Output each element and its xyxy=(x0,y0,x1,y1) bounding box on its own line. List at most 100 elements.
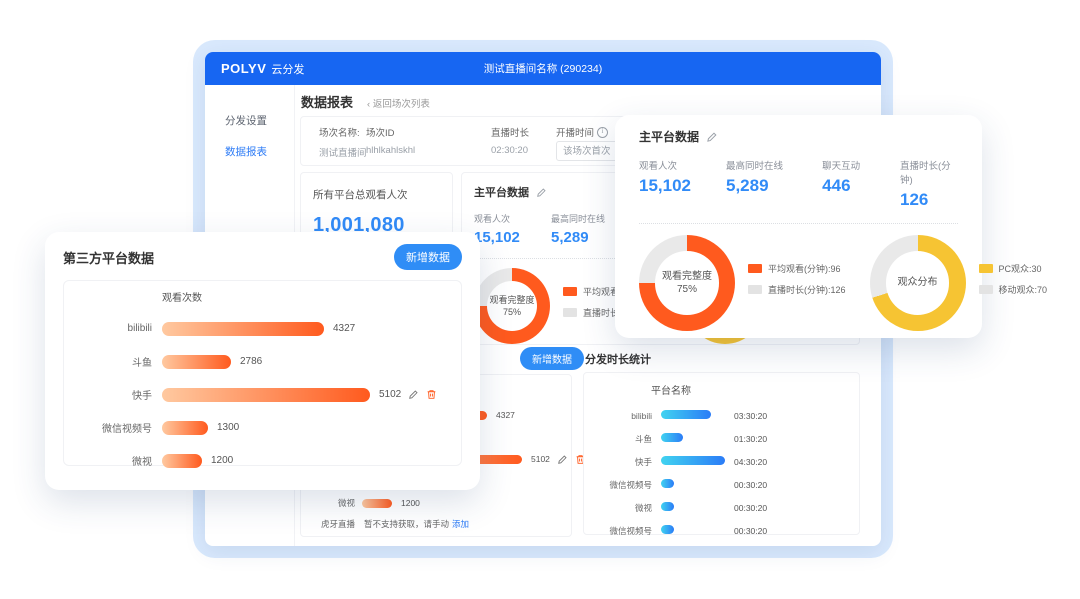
legend-item: 移动观众:70 xyxy=(979,283,1048,296)
views-bar-chart: bilibili4327 斗鱼 2786 快手5102 微信视频号 1300 微视 1200 xyxy=(64,312,461,477)
bar-track xyxy=(661,479,725,490)
bar-value: 4327 xyxy=(496,410,515,420)
bar xyxy=(661,456,725,465)
watch-completion-legend: 平均观看(分钟):96 直播时长(分钟):126 xyxy=(748,262,846,304)
page: 测试直播间名称 (290234) POLYV 云分发 分发设置 数据报表 数据报… xyxy=(0,0,1080,599)
bar-track xyxy=(661,410,725,421)
watch-completion-donut: 观看完整度 75% xyxy=(474,268,550,344)
bar-category-label: 微信视频号 xyxy=(64,420,152,435)
bar-category-label: 微视 xyxy=(311,497,355,509)
bar-row: bilibili4327 xyxy=(64,312,461,345)
edit-icon[interactable] xyxy=(557,454,568,465)
bar-row: 快手 04:30:20 xyxy=(596,450,847,473)
polyv-logo: POLYV xyxy=(221,61,266,76)
legend-swatch xyxy=(563,287,577,296)
bar xyxy=(661,410,711,419)
bar-value: 5102 xyxy=(531,454,550,464)
legend-swatch xyxy=(563,308,577,317)
bar-category-label: 斗鱼 xyxy=(64,354,152,369)
legend-label: PC观众:30 xyxy=(999,262,1042,275)
session-name-field: 场次名称: 测试直播间 xyxy=(319,125,367,159)
legend-item: 直播时长(分钟):126 xyxy=(748,283,846,296)
bar-value: 04:30:20 xyxy=(734,457,767,467)
add-data-button[interactable]: 新增数据 xyxy=(520,347,584,370)
bar-row: 快手5102 xyxy=(64,378,461,411)
huya-note: 虎牙直播 暂不支持获取，请手动 添加 xyxy=(311,518,561,530)
edit-icon[interactable] xyxy=(706,131,718,143)
platform-name-header: 平台名称 xyxy=(651,382,847,397)
page-title: 数据报表 xyxy=(301,92,353,111)
bar-category-label: 快手 xyxy=(596,456,652,468)
sidebar-item-distribution-settings[interactable]: 分发设置 xyxy=(205,105,294,136)
donut-center-label: 观众分布 xyxy=(898,276,938,290)
bar xyxy=(661,502,674,511)
bar-category-label: 微视 xyxy=(64,453,152,468)
bar-category-label: bilibili xyxy=(596,411,652,421)
bar xyxy=(661,479,674,488)
audience-distribution-legend: PC观众:30 移动观众:70 xyxy=(979,262,1048,304)
views-chart-panel: 观看次数 bilibili4327斗鱼2786快手5102微信视频号1300微视… xyxy=(63,280,462,466)
legend-label: 移动观众:70 xyxy=(999,283,1048,296)
duration-stats-panel: 平台名称 bilibili 03:30:20 斗鱼 01:30:20 快手 04:30:2… xyxy=(583,372,860,535)
audience-distribution-donut: 观众分布 xyxy=(870,235,966,331)
window-title: 测试直播间名称 (290234) xyxy=(205,61,881,76)
legend-swatch xyxy=(748,285,762,294)
back-to-session-list-link[interactable]: ‹ 返回场次列表 xyxy=(367,96,430,110)
live-duration-field: 直播时长 02:30:20 xyxy=(491,125,529,156)
sidebar-item-data-report[interactable]: 数据报表 xyxy=(205,136,294,167)
session-id-field: 场次ID hlhlkahlskhl xyxy=(366,125,415,156)
main-platform-title: 主平台数据 xyxy=(474,184,529,200)
bar-category-label: 微信视频号 xyxy=(596,525,652,537)
bar-value: 03:30:20 xyxy=(734,411,767,421)
bar-value: 1300 xyxy=(217,422,239,433)
bar xyxy=(162,454,202,468)
edit-icon[interactable] xyxy=(536,187,547,198)
bar-row: 斗鱼 2786 xyxy=(64,345,461,378)
bar-row: 微信视频号 00:30:20 xyxy=(596,473,847,496)
add-data-button[interactable]: 新增数据 xyxy=(394,244,462,270)
stat-chat: 聊天互动 446 xyxy=(822,158,900,210)
bar xyxy=(661,525,674,534)
bar-value: 00:30:20 xyxy=(734,526,767,536)
divider xyxy=(639,223,958,224)
add-manually-link[interactable]: 添加 xyxy=(452,518,469,530)
bar xyxy=(362,499,392,508)
legend-item: 平均观看(分钟):96 xyxy=(748,262,846,275)
legend-label: 平均观看(分钟):96 xyxy=(768,262,841,275)
legend-item: PC观众:30 xyxy=(979,262,1048,275)
bar-value: 1200 xyxy=(211,455,233,466)
bar-value: 2786 xyxy=(240,356,262,367)
start-time-tooltip: 该场次首次 xyxy=(556,141,618,161)
bar-category-label: bilibili xyxy=(64,323,152,334)
bar-category-label: 快手 xyxy=(64,387,152,402)
legend-swatch xyxy=(748,264,762,273)
bar xyxy=(162,388,370,402)
stat-views: 观看人次 15,102 xyxy=(639,158,726,210)
bar-row: 微信视频号 1300 xyxy=(64,411,461,444)
stat-duration: 直播时长(分钟) 126 xyxy=(900,158,958,210)
stat-views: 观看人次 15,102 xyxy=(474,212,551,246)
bar-row: 微信视频号 00:30:20 xyxy=(596,519,847,542)
bar-value: 01:30:20 xyxy=(734,434,767,444)
bar-track xyxy=(661,433,725,444)
start-time-field: 开播时间 该场次首次 xyxy=(556,125,608,139)
edit-icon[interactable] xyxy=(408,389,419,400)
bar-row: bilibili 03:30:20 xyxy=(596,404,847,427)
duration-bar-chart: bilibili 03:30:20 斗鱼 01:30:20 快手 04:30:20 微信视频… xyxy=(596,404,847,542)
main-platform-overlay-card: 主平台数据 观看人次 15,102 最高同时在线 5,289 聊天互动 446 … xyxy=(615,115,982,338)
bar xyxy=(162,355,231,369)
legend-label: 直播时长(分钟):126 xyxy=(768,283,846,296)
bar-track xyxy=(661,456,725,467)
bar-category-label: 斗鱼 xyxy=(596,433,652,445)
delete-icon[interactable] xyxy=(426,389,437,400)
donut-center-label: 观看完整度 xyxy=(662,270,712,284)
bar-category-label: 微视 xyxy=(596,502,652,514)
bar-value: 00:30:20 xyxy=(734,480,767,490)
info-icon[interactable] xyxy=(597,127,608,138)
bar xyxy=(661,433,683,442)
legend-swatch xyxy=(979,264,993,273)
legend-swatch xyxy=(979,285,993,294)
bar-category-label: 微信视频号 xyxy=(596,479,652,491)
donut-center-value: 75% xyxy=(503,306,521,318)
stat-peak-online: 最高同时在线 5,289 xyxy=(726,158,822,210)
